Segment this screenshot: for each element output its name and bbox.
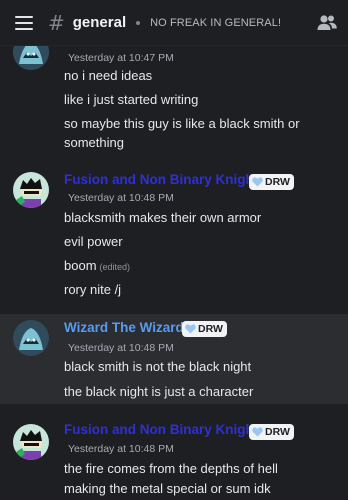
- message-group: Yesterday at 10:47 PM no i need ideas li…: [0, 46, 348, 160]
- message-text: like i just started writing: [64, 92, 199, 107]
- channel-name[interactable]: general: [73, 14, 126, 31]
- role-badge-label: DRW: [265, 176, 290, 188]
- message-text: the fire comes from the depths of hell: [64, 461, 278, 476]
- message-text: boom (edited): [64, 258, 130, 273]
- avatar[interactable]: [13, 424, 49, 460]
- channel-header: # general NO FREAK IN GENERAL!: [0, 0, 348, 46]
- message-text: something: [64, 135, 124, 150]
- topic-separator: [136, 20, 141, 25]
- avatar[interactable]: [13, 320, 49, 356]
- edited-label: (edited): [99, 262, 131, 272]
- username[interactable]: Fusion and Non Binary Knight: [64, 172, 258, 187]
- message-timestamp: Yesterday at 10:47 PM: [68, 52, 174, 64]
- message-timestamp: Yesterday at 10:48 PM: [68, 192, 174, 204]
- message-text: the black night is just a character: [64, 384, 254, 399]
- message-body: boom: [64, 258, 97, 273]
- message-text: blacksmith makes their own armor: [64, 210, 262, 225]
- message-timestamp: Yesterday at 10:48 PM: [68, 342, 174, 354]
- message-text: no i need ideas: [64, 68, 153, 83]
- message-group: Fusion and Non Binary Knight DRW Yesterd…: [0, 162, 348, 312]
- message-timestamp: Yesterday at 10:48 PM: [68, 443, 174, 455]
- message-group: Fusion and Non Binary Knight DRW Yesterd…: [0, 418, 348, 500]
- role-badge: DRW: [249, 174, 294, 190]
- avatar[interactable]: [13, 46, 49, 70]
- message-text: rory nite /j: [64, 282, 122, 297]
- role-badge: DRW: [249, 424, 294, 440]
- heart-icon: [252, 427, 263, 437]
- message-text: so maybe this guy is like a black smith …: [64, 116, 300, 131]
- channel-topic[interactable]: NO FREAK IN GENERAL!: [150, 17, 281, 29]
- heart-icon: [185, 324, 196, 334]
- username[interactable]: Wizard The Wizard: [64, 320, 184, 335]
- role-badge-label: DRW: [198, 323, 223, 335]
- avatar[interactable]: [13, 172, 49, 208]
- hamburger-menu-icon[interactable]: [15, 15, 33, 30]
- username[interactable]: Fusion and Non Binary Knight: [64, 422, 258, 437]
- message-feed[interactable]: Yesterday at 10:47 PM no i need ideas li…: [0, 46, 348, 500]
- hash-icon: #: [48, 10, 65, 35]
- members-icon[interactable]: [316, 13, 338, 33]
- role-badge-label: DRW: [265, 426, 290, 438]
- heart-icon: [252, 177, 263, 187]
- message-text: evil power: [64, 234, 123, 249]
- message-text: black smith is not the black night: [64, 359, 252, 374]
- role-badge: DRW: [182, 321, 227, 337]
- message-text: making the metal special or sum idk: [64, 481, 271, 496]
